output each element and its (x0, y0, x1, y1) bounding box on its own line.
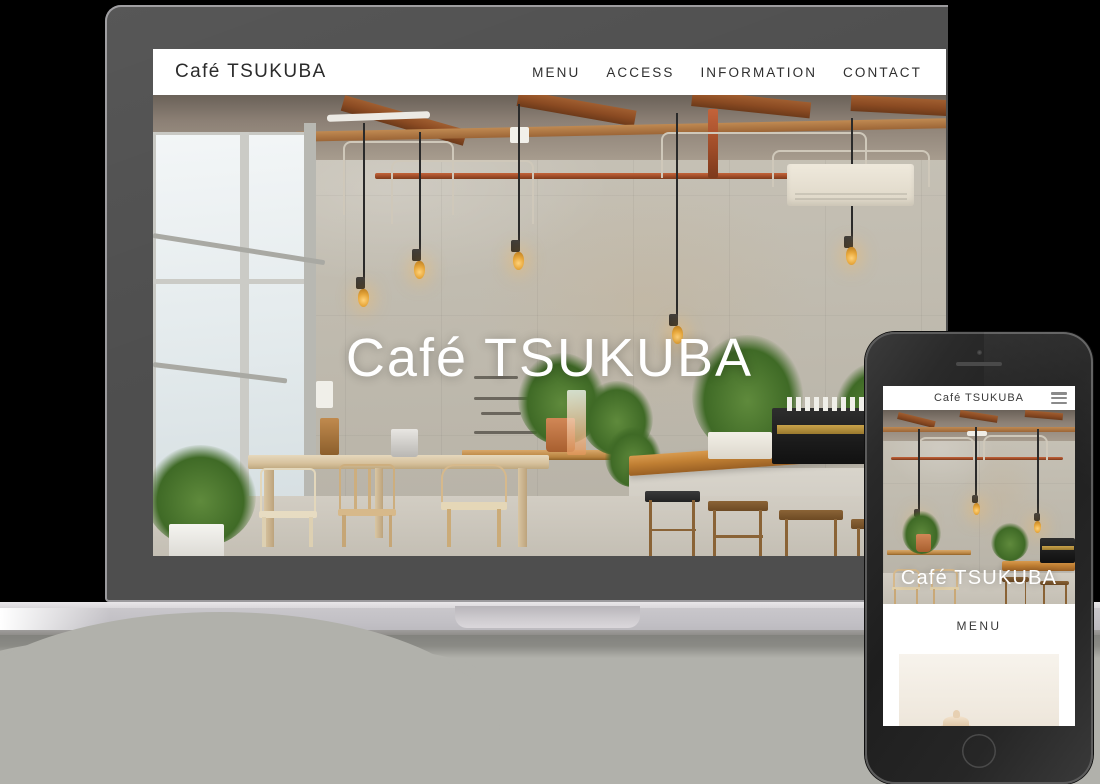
plant-pot (915, 534, 931, 552)
mobile-hero-title: Café TSUKUBA (900, 567, 1058, 589)
desktop-hero: Café TSUKUBA (153, 95, 946, 556)
pendant-cord (975, 427, 978, 498)
pendant-socket (669, 313, 679, 326)
mobile-section-menu: MENU (883, 604, 1075, 648)
pendant-socket (356, 277, 365, 290)
pendant-socket (1033, 512, 1040, 521)
bar-stool (779, 509, 843, 556)
cups-row (787, 396, 875, 411)
utensil-jar (319, 417, 339, 455)
pendant-bulb (513, 251, 525, 270)
home-button[interactable] (962, 734, 996, 768)
phone-screen: Café TSUKUBA Café TSUKUBA MENU (883, 386, 1075, 726)
mobile-content (883, 648, 1075, 726)
potted-plant (990, 522, 1029, 562)
pendant-cord (917, 429, 920, 511)
chair (335, 463, 398, 547)
pendant-bulb (413, 260, 425, 279)
pendant-bulb (972, 503, 980, 516)
phone-device: Café TSUKUBA Café TSUKUBA MENU (865, 332, 1093, 784)
glass-bottle (566, 390, 586, 455)
front-camera-icon (976, 350, 982, 355)
desktop-nav: MENU ACCESS INFORMATION CONTACT (532, 65, 926, 80)
menu-photo-card (899, 654, 1059, 726)
mobile-site-header: Café TSUKUBA (883, 386, 1075, 410)
pendant-cord (1036, 429, 1039, 515)
mobile-section-title: MENU (956, 619, 1002, 633)
espresso-machine (1040, 538, 1075, 564)
pendant-bulb (1034, 520, 1042, 533)
window-mullion (153, 279, 312, 284)
hero-title: Café TSUKUBA (345, 328, 754, 388)
bar-stool (644, 491, 701, 556)
pendant-cord (517, 104, 520, 243)
nav-item-information[interactable]: INFORMATION (700, 65, 817, 80)
nav-item-access[interactable]: ACCESS (606, 65, 674, 80)
counter-items (708, 431, 772, 460)
mobile-site-brand[interactable]: Café TSUKUBA (934, 392, 1024, 404)
mobile-hero: Café TSUKUBA (883, 410, 1075, 604)
kettle (390, 429, 418, 457)
bar-stool (708, 500, 768, 556)
laptop-screen: Café TSUKUBA MENU ACCESS INFORMATION CON… (153, 49, 946, 556)
cafe-interior-photo (153, 95, 946, 556)
chair (256, 468, 319, 547)
electrical-conduit (390, 159, 534, 225)
laptop-base-notch (455, 606, 640, 628)
earpiece-speaker (956, 362, 1002, 366)
site-brand[interactable]: Café TSUKUBA (175, 61, 327, 83)
hamburger-icon[interactable] (1051, 392, 1067, 404)
pendant-cord (676, 113, 679, 317)
laptop-device: Café TSUKUBA MENU ACCESS INFORMATION CON… (0, 0, 1100, 660)
plant-pot-white (168, 523, 225, 556)
air-conditioner (787, 164, 915, 206)
chair (438, 463, 509, 547)
pendant-socket (510, 240, 520, 253)
pendant-cord (363, 122, 366, 280)
desktop-site-header: Café TSUKUBA MENU ACCESS INFORMATION CON… (153, 49, 946, 95)
nav-item-menu[interactable]: MENU (532, 65, 580, 80)
nav-item-contact[interactable]: CONTACT (843, 65, 922, 80)
pendant-socket (843, 235, 853, 248)
electrical-conduit (917, 437, 976, 461)
pendant-socket (411, 249, 421, 262)
teapot-knob (953, 710, 960, 718)
table-leg (517, 468, 528, 547)
pendant-cord (418, 131, 421, 252)
screenshot-stage: Café TSUKUBA MENU ACCESS INFORMATION CON… (0, 0, 1100, 784)
